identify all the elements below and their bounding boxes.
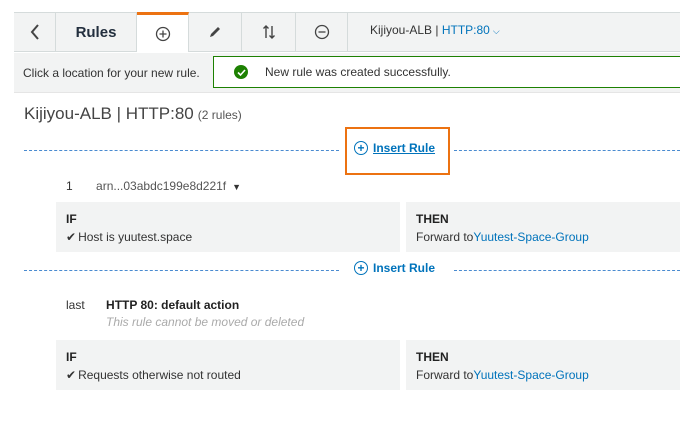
checkmark-icon: ✔ [66, 230, 77, 244]
rule-1-header: 1 arn...03abdc199e8d221f ▼ [66, 179, 241, 193]
reorder-icon [262, 25, 275, 39]
minus-circle-icon [314, 24, 329, 40]
target-group-link[interactable]: Yuutest-Space-Group [473, 230, 588, 244]
dashed-line [454, 150, 680, 151]
delete-rule-button[interactable] [296, 13, 348, 51]
success-message: New rule was created successfully. [265, 65, 451, 79]
dashed-line [24, 270, 339, 271]
rule-condition: Requests otherwise not routed [78, 368, 241, 382]
rule-2-then-panel: THEN Forward toYuutest-Space-Group [406, 340, 680, 390]
status-row: Click a location for your new rule. New … [14, 53, 680, 93]
rule-action: Forward to [416, 230, 474, 244]
plus-circle-icon [155, 26, 170, 41]
rule-1-if-panel: IF ✔ Host is yuutest.space [56, 202, 400, 252]
listener-selector[interactable]: Kijiyou-ALB | HTTP:80 ⌵ [370, 23, 500, 37]
insert-separator-2: + Insert Rule [24, 261, 680, 275]
toolbar-title: Rules [56, 13, 137, 51]
if-label: IF [66, 212, 77, 226]
add-rule-button[interactable] [137, 12, 189, 52]
dashed-line [454, 270, 680, 271]
edit-rule-button[interactable] [189, 13, 242, 51]
pencil-icon [210, 27, 220, 37]
check-circle-icon [234, 65, 248, 79]
success-flash: New rule was created successfully. [213, 56, 680, 88]
back-button[interactable] [14, 13, 56, 51]
then-label: THEN [416, 212, 449, 226]
insert-rule-highlight [345, 127, 450, 175]
rule-count: (2 rules) [197, 108, 242, 122]
rule-2-if-panel: IF ✔ Requests otherwise not routed [56, 340, 400, 390]
rule-priority: 1 [66, 179, 73, 193]
rule-condition: Host is yuutest.space [78, 230, 193, 244]
rule-action: Forward to [416, 368, 474, 382]
chevron-down-icon: ⌵ [492, 26, 500, 36]
insert-rule-link-2[interactable]: + Insert Rule [354, 261, 435, 275]
plus-circle-icon: + [354, 261, 368, 275]
lb-separator: | [432, 23, 442, 37]
rule-arn: arn...03abdc199e8d221f [96, 179, 227, 193]
location-hint: Click a location for your new rule. [23, 66, 200, 80]
insert-rule-label: Insert Rule [373, 261, 436, 275]
load-balancer-name: Kijiyou-ALB [370, 23, 433, 37]
rule-2-header: last HTTP 80: default action [66, 298, 239, 312]
rule-arn-dropdown[interactable]: arn...03abdc199e8d221f ▼ [96, 179, 241, 193]
page-title: Kijiyou-ALB | HTTP:80 (2 rules) [24, 104, 242, 124]
caret-down-icon: ▼ [232, 182, 242, 192]
reorder-rules-button[interactable] [242, 13, 296, 51]
then-label: THEN [416, 350, 449, 364]
rule-priority: last [66, 298, 85, 312]
if-label: IF [66, 350, 77, 364]
listener-link[interactable]: HTTP:80 [442, 23, 490, 37]
target-group-link[interactable]: Yuutest-Space-Group [473, 368, 588, 382]
rules-toolbar: Rules Kijiyou-ALB | HTTP:80 ⌵ [14, 12, 680, 52]
rule-1-then-panel: THEN Forward toYuutest-Space-Group [406, 202, 680, 252]
dashed-line [24, 150, 339, 151]
checkmark-icon: ✔ [66, 368, 77, 382]
chevron-left-icon [30, 24, 39, 40]
rule-note: This rule cannot be moved or deleted [106, 315, 305, 329]
listener-title: Kijiyou-ALB | HTTP:80 [24, 104, 194, 123]
rule-title: HTTP 80: default action [106, 298, 240, 312]
